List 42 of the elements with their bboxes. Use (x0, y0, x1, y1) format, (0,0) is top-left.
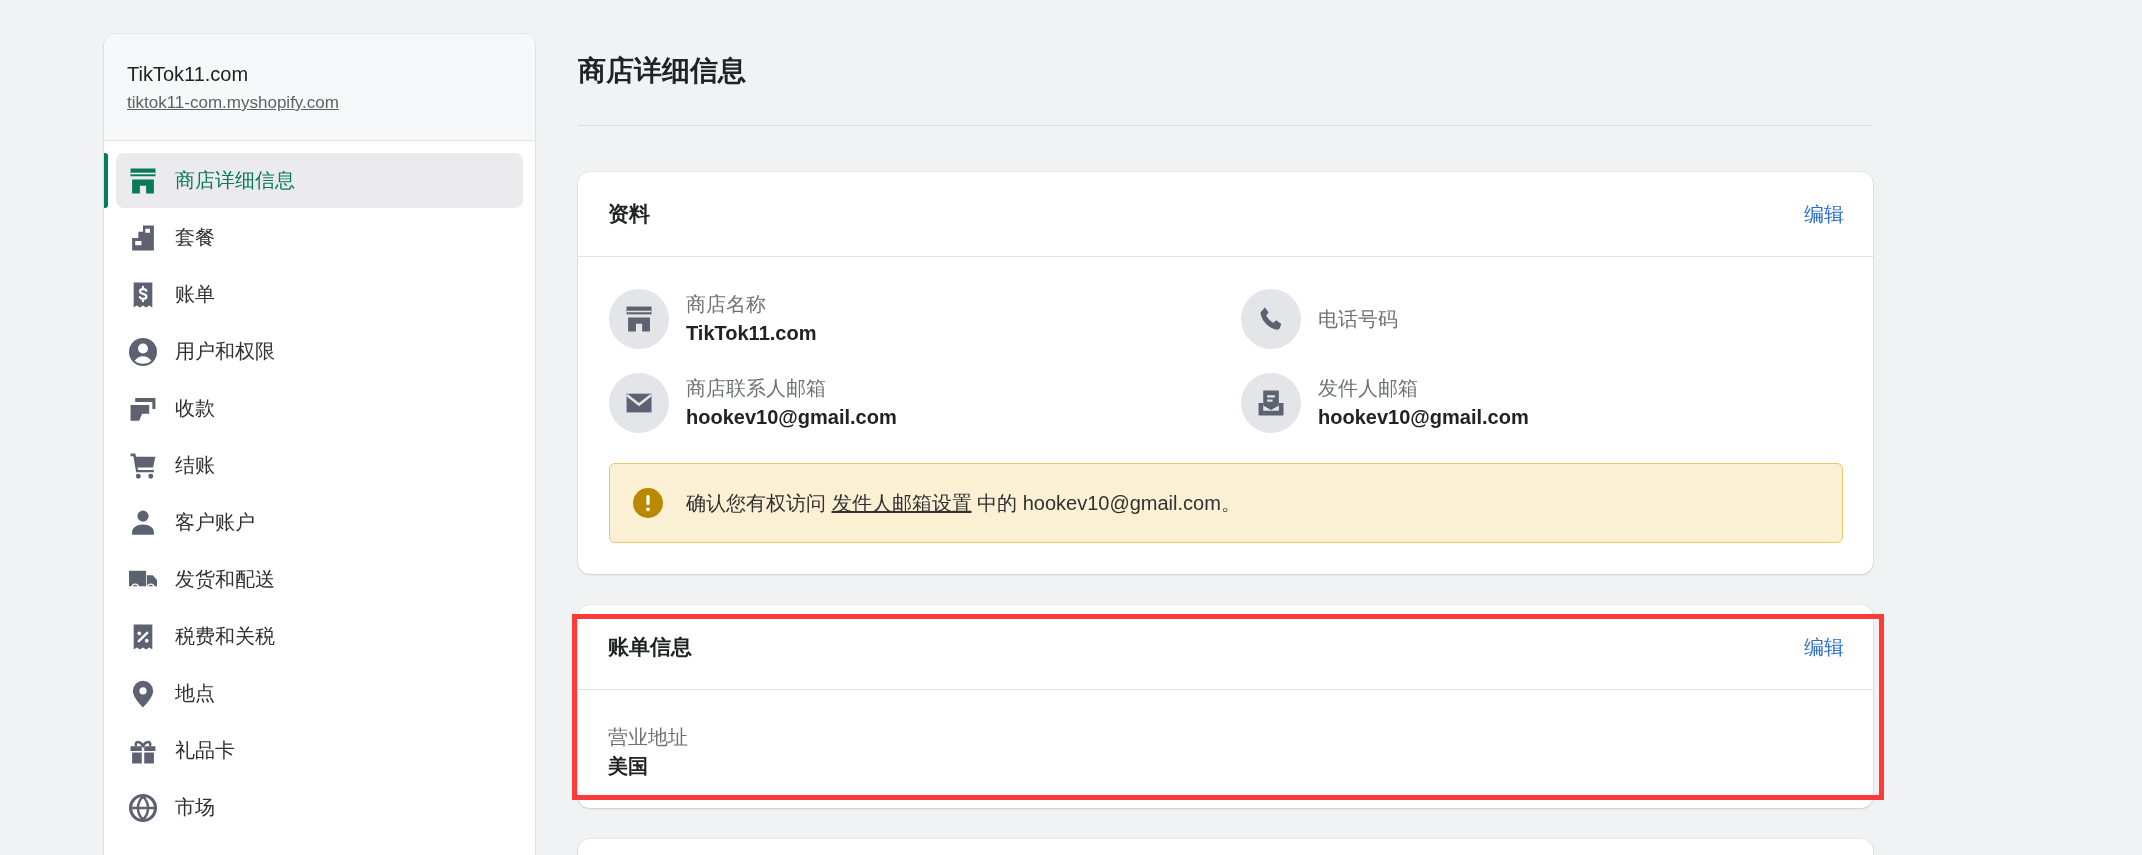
store-icon (129, 166, 157, 195)
store-url-link[interactable]: tiktok11-com.myshopify.com (127, 92, 339, 114)
person-icon (129, 508, 157, 537)
field-label: 商店联系人邮箱 (686, 376, 826, 401)
field-value: hookev10@gmail.com (686, 405, 897, 430)
blocks-icon (129, 223, 157, 252)
card-title: 资料 (608, 201, 650, 227)
nav-item[interactable]: 套餐 (116, 210, 523, 265)
field-value: TikTok11.com (686, 321, 817, 346)
store-name: TikTok11.com (127, 62, 249, 86)
globe-icon (129, 793, 157, 822)
nav-item[interactable]: 商店详细信息 (116, 153, 523, 208)
field-value: 美国 (608, 754, 648, 779)
field-label: 商店名称 (686, 292, 766, 317)
nav-item[interactable]: 账单 (116, 267, 523, 322)
card-title: 账单信息 (608, 634, 692, 660)
notice-text: 确认您有权访问 发件人邮箱设置 中的 hookev10@gmail.com。 (686, 490, 1241, 516)
field-label: 营业地址 (608, 725, 688, 750)
user-circle-icon (129, 337, 157, 366)
store-icon (609, 289, 669, 349)
nav-item[interactable]: 税费和关税 (116, 609, 523, 664)
field-value: hookev10@gmail.com (1318, 405, 1529, 430)
phone-icon (1241, 289, 1301, 349)
cart-icon (129, 451, 157, 480)
nav-item[interactable]: 结账 (116, 438, 523, 493)
field-label: 电话号码 (1318, 307, 1398, 332)
nav-item[interactable]: 地点 (116, 666, 523, 721)
nav-item[interactable]: 发货和配送 (116, 552, 523, 607)
sender-email-settings-link[interactable]: 发件人邮箱设置 (831, 491, 972, 514)
edit-link[interactable]: 编辑 (1804, 633, 1844, 661)
edit-link[interactable]: 编辑 (1804, 200, 1844, 228)
nav-item[interactable]: 用户和权限 (116, 324, 523, 379)
alert-icon (633, 488, 663, 518)
nav-item[interactable]: 市场 (116, 780, 523, 835)
nav-item[interactable]: 客户账户 (116, 495, 523, 550)
page-title: 商店详细信息 (578, 54, 747, 88)
nav-item[interactable]: 收款 (116, 381, 523, 436)
active-indicator (104, 153, 108, 208)
field-label: 发件人邮箱 (1318, 376, 1418, 401)
nav-item[interactable]: 礼品卡 (116, 723, 523, 778)
document-tray-icon (1241, 373, 1301, 433)
envelope-icon (609, 373, 669, 433)
